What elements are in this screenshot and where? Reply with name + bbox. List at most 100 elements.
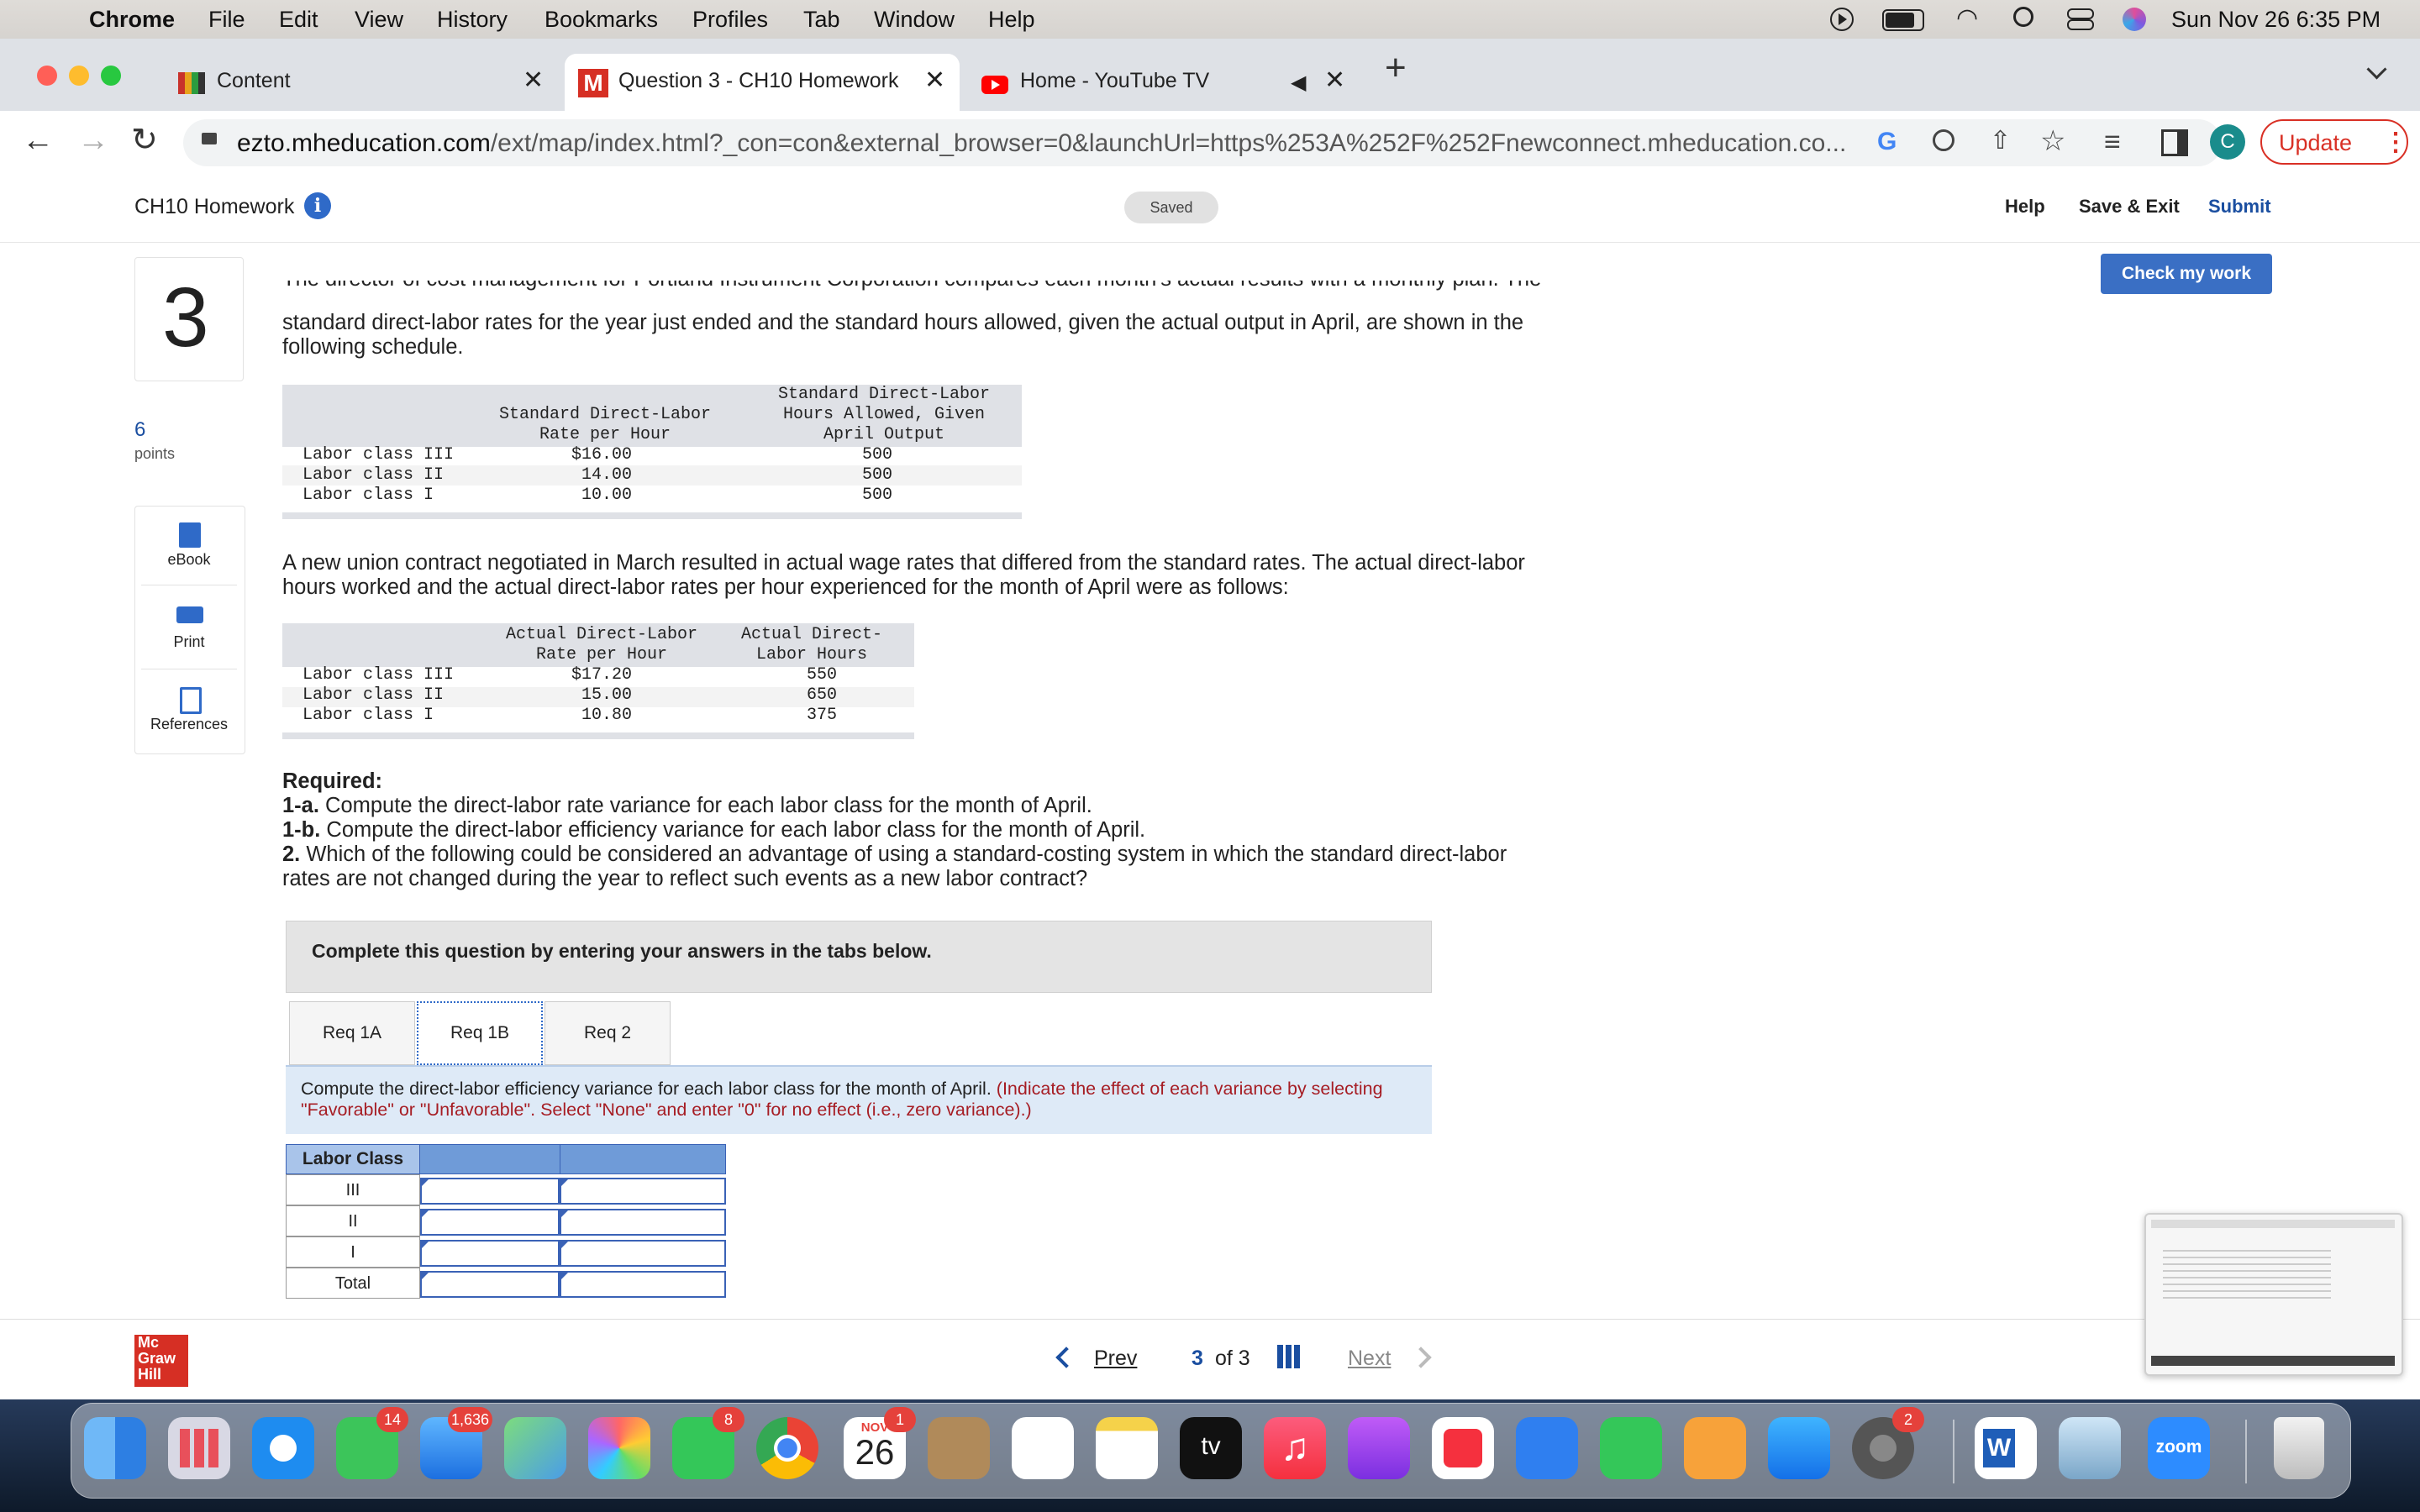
preview-icon[interactable] xyxy=(2059,1417,2121,1479)
menu-view[interactable]: View xyxy=(355,7,403,33)
effect-select-iii[interactable] xyxy=(420,1178,560,1205)
close-tab-icon[interactable]: ✕ xyxy=(523,66,544,95)
speaker-icon[interactable]: ◀︎ xyxy=(1291,71,1306,95)
notes-icon[interactable] xyxy=(1096,1417,1158,1479)
references-button[interactable]: References xyxy=(134,684,244,736)
system-settings-icon[interactable]: 2 xyxy=(1852,1407,1924,1479)
facetime-icon[interactable]: 8 xyxy=(672,1407,744,1479)
battery-icon[interactable] xyxy=(1882,9,1924,31)
tab-youtube-tv[interactable]: Home - YouTube TV ◀︎ ✕ xyxy=(965,54,1368,111)
menu-file[interactable]: File xyxy=(208,7,245,33)
question-number-card: 3 xyxy=(134,257,244,381)
check-my-work-button[interactable]: Check my work xyxy=(2101,254,2272,294)
zoom-app-icon[interactable]: zoom xyxy=(2148,1417,2210,1479)
pages-icon[interactable] xyxy=(1684,1417,1746,1479)
variance-input-iii[interactable] xyxy=(560,1178,726,1205)
back-icon[interactable]: ← xyxy=(22,123,54,159)
tv-label: tv xyxy=(1201,1432,1221,1460)
menu-profiles[interactable]: Profiles xyxy=(692,7,768,33)
menu-edit[interactable]: Edit xyxy=(279,7,318,33)
address-bar[interactable]: ezto.mheducation.com/ext/map/index.html?… xyxy=(183,119,2222,166)
new-tab-icon[interactable]: + xyxy=(1385,47,1407,89)
table-cell-hours: 500 xyxy=(862,486,893,505)
maps-icon[interactable] xyxy=(504,1417,566,1479)
question-grid-icon[interactable] xyxy=(1277,1345,1301,1368)
messages-icon[interactable]: 14 xyxy=(336,1407,408,1479)
prev-label: Prev xyxy=(1094,1347,1138,1370)
save-exit-link[interactable]: Save & Exit xyxy=(2079,196,2180,218)
ebook-button[interactable]: eBook xyxy=(134,519,244,571)
tab-req-1b[interactable]: Req 1B xyxy=(417,1001,543,1065)
reading-list-icon[interactable]: ≡ xyxy=(2104,126,2121,159)
menu-tab[interactable]: Tab xyxy=(803,7,840,33)
app-store-icon[interactable] xyxy=(1768,1417,1830,1479)
tab-search-chevron-icon[interactable] xyxy=(2366,59,2387,80)
info-icon[interactable]: i xyxy=(304,192,331,219)
thumb-text xyxy=(2163,1248,2331,1299)
play-status-icon[interactable] xyxy=(1830,8,1854,31)
reload-icon[interactable]: ↻ xyxy=(131,121,158,159)
zoom-label: zoom xyxy=(2155,1437,2202,1457)
fullscreen-window-icon[interactable] xyxy=(101,66,121,86)
effect-select-ii[interactable] xyxy=(420,1209,560,1236)
screenshot-thumbnail[interactable] xyxy=(2144,1213,2403,1376)
menu-bookmarks[interactable]: Bookmarks xyxy=(544,7,658,33)
variance-input-total[interactable] xyxy=(560,1271,726,1298)
menu-clock[interactable]: Sun Nov 26 6:35 PM xyxy=(2171,7,2381,33)
submit-link[interactable]: Submit xyxy=(2208,196,2271,218)
contacts-icon[interactable] xyxy=(928,1417,990,1479)
menu-history[interactable]: History xyxy=(437,7,508,33)
trash-icon[interactable] xyxy=(2274,1417,2324,1479)
finder-icon[interactable] xyxy=(84,1417,146,1479)
profile-avatar[interactable]: C xyxy=(2210,124,2245,160)
variance-input-ii[interactable] xyxy=(560,1209,726,1236)
table-cell-rate: $16.00 xyxy=(571,445,632,465)
effect-select-total[interactable] xyxy=(420,1271,560,1298)
tab-question-3[interactable]: M Question 3 - CH10 Homework ✕ xyxy=(565,54,960,111)
safari-icon[interactable] xyxy=(252,1417,314,1479)
tab-req-1a[interactable]: Req 1A xyxy=(289,1001,415,1065)
wifi-icon[interactable]: ◠ xyxy=(1956,3,1978,33)
instruction-text: Complete this question by entering your … xyxy=(312,940,932,962)
question-paragraph-2: A new union contract negotiated in March… xyxy=(282,551,1525,599)
apple-tv-icon[interactable]: tv xyxy=(1180,1417,1242,1479)
close-tab-icon[interactable]: ✕ xyxy=(924,66,945,95)
news-icon[interactable] xyxy=(1432,1417,1494,1479)
word-icon[interactable]: W xyxy=(1975,1417,2037,1479)
bookmark-star-icon[interactable]: ☆ xyxy=(2040,124,2065,158)
share-icon[interactable]: ⇧ xyxy=(1990,126,2011,155)
reminders-icon[interactable] xyxy=(1012,1417,1074,1479)
question-intro: standard direct-labor rates for the year… xyxy=(282,311,1524,359)
chrome-icon[interactable] xyxy=(756,1417,818,1479)
print-button[interactable]: Print xyxy=(134,601,244,654)
minimize-window-icon[interactable] xyxy=(69,66,89,86)
close-tab-icon[interactable]: ✕ xyxy=(1324,66,1345,95)
google-icon[interactable]: G xyxy=(1877,128,1897,156)
podcasts-icon[interactable] xyxy=(1348,1417,1410,1479)
numbers-icon[interactable] xyxy=(1600,1417,1662,1479)
siri-icon[interactable] xyxy=(2123,8,2146,31)
menu-window[interactable]: Window xyxy=(874,7,955,33)
calendar-icon[interactable]: NOV 26 1 xyxy=(844,1407,916,1479)
side-panel-icon[interactable] xyxy=(2161,129,2188,156)
control-center-icon[interactable] xyxy=(2067,8,2094,30)
effect-select-i[interactable] xyxy=(420,1240,560,1267)
tab-content[interactable]: Content ✕ xyxy=(156,54,560,111)
update-button[interactable]: Update ⋮ xyxy=(2260,119,2408,165)
photos-icon[interactable] xyxy=(588,1417,650,1479)
variance-input-i[interactable] xyxy=(560,1240,726,1267)
menu-app-name[interactable]: Chrome xyxy=(89,7,175,33)
tab-req-2[interactable]: Req 2 xyxy=(544,1001,671,1065)
zoom-icon[interactable] xyxy=(1933,129,1954,151)
kebab-menu-icon[interactable]: ⋮ xyxy=(2383,128,2408,157)
settings-badge: 2 xyxy=(1892,1407,1924,1432)
keynote-icon[interactable] xyxy=(1516,1417,1578,1479)
spotlight-icon[interactable] xyxy=(2013,7,2033,27)
launchpad-icon[interactable] xyxy=(168,1417,230,1479)
music-icon[interactable]: ♫ xyxy=(1264,1417,1326,1479)
mail-icon[interactable]: 1,636 xyxy=(420,1407,492,1479)
help-link[interactable]: Help xyxy=(2005,196,2045,218)
close-window-icon[interactable] xyxy=(37,66,57,86)
forward-icon[interactable]: → xyxy=(77,123,109,159)
menu-help[interactable]: Help xyxy=(988,7,1035,33)
